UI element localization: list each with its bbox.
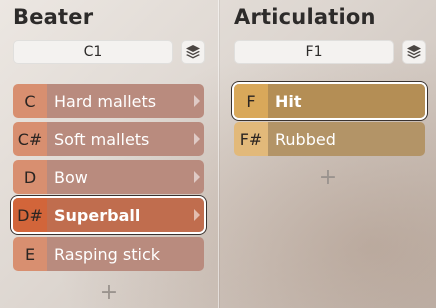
note-label: C bbox=[13, 84, 47, 118]
chevron-right-icon[interactable] bbox=[194, 209, 200, 221]
row-label: Bow bbox=[47, 160, 204, 194]
row-label: Hit bbox=[268, 84, 425, 118]
note-label: E bbox=[13, 237, 47, 271]
row-label: Rubbed bbox=[268, 122, 425, 156]
beater-row-hard-mallets[interactable]: C Hard mallets bbox=[13, 84, 204, 118]
chevron-right-icon[interactable] bbox=[194, 133, 200, 145]
articulation-key-selector[interactable]: F1 bbox=[234, 40, 394, 64]
layers-icon bbox=[186, 45, 200, 59]
chevron-right-icon[interactable] bbox=[194, 171, 200, 183]
beater-key-selector[interactable]: C1 bbox=[13, 40, 173, 64]
beater-panel: Beater C1 C Hard mallets C# Soft mallets… bbox=[11, 0, 215, 308]
chevron-right-icon[interactable] bbox=[194, 95, 200, 107]
add-articulation-button[interactable]: + bbox=[316, 165, 340, 190]
note-label: C# bbox=[13, 122, 47, 156]
note-label: D bbox=[13, 160, 47, 194]
articulation-layers-button[interactable] bbox=[402, 40, 426, 64]
beater-row-bow[interactable]: D Bow bbox=[13, 160, 204, 194]
column-divider bbox=[218, 0, 219, 308]
articulation-panel: Articulation F1 F Hit F# Rubbed + bbox=[232, 0, 436, 308]
add-beater-button[interactable]: + bbox=[97, 280, 121, 305]
row-label: Soft mallets bbox=[47, 122, 204, 156]
beater-row-rasping-stick[interactable]: E Rasping stick bbox=[13, 237, 204, 271]
articulation-title: Articulation bbox=[234, 5, 376, 29]
articulation-row-hit[interactable]: F Hit bbox=[234, 84, 425, 118]
beater-row-soft-mallets[interactable]: C# Soft mallets bbox=[13, 122, 204, 156]
beater-layers-button[interactable] bbox=[181, 40, 205, 64]
articulation-row-rubbed[interactable]: F# Rubbed bbox=[234, 122, 425, 156]
beater-row-superball[interactable]: D# Superball bbox=[13, 198, 204, 232]
note-label: F bbox=[234, 84, 268, 118]
row-label: Superball bbox=[47, 198, 204, 232]
layers-icon bbox=[407, 45, 421, 59]
row-label: Hard mallets bbox=[47, 84, 204, 118]
note-label: D# bbox=[13, 198, 47, 232]
beater-title: Beater bbox=[13, 5, 94, 29]
row-label: Rasping stick bbox=[47, 237, 204, 271]
beater-key-value: C1 bbox=[83, 44, 103, 60]
articulation-key-value: F1 bbox=[305, 44, 323, 60]
note-label: F# bbox=[234, 122, 268, 156]
